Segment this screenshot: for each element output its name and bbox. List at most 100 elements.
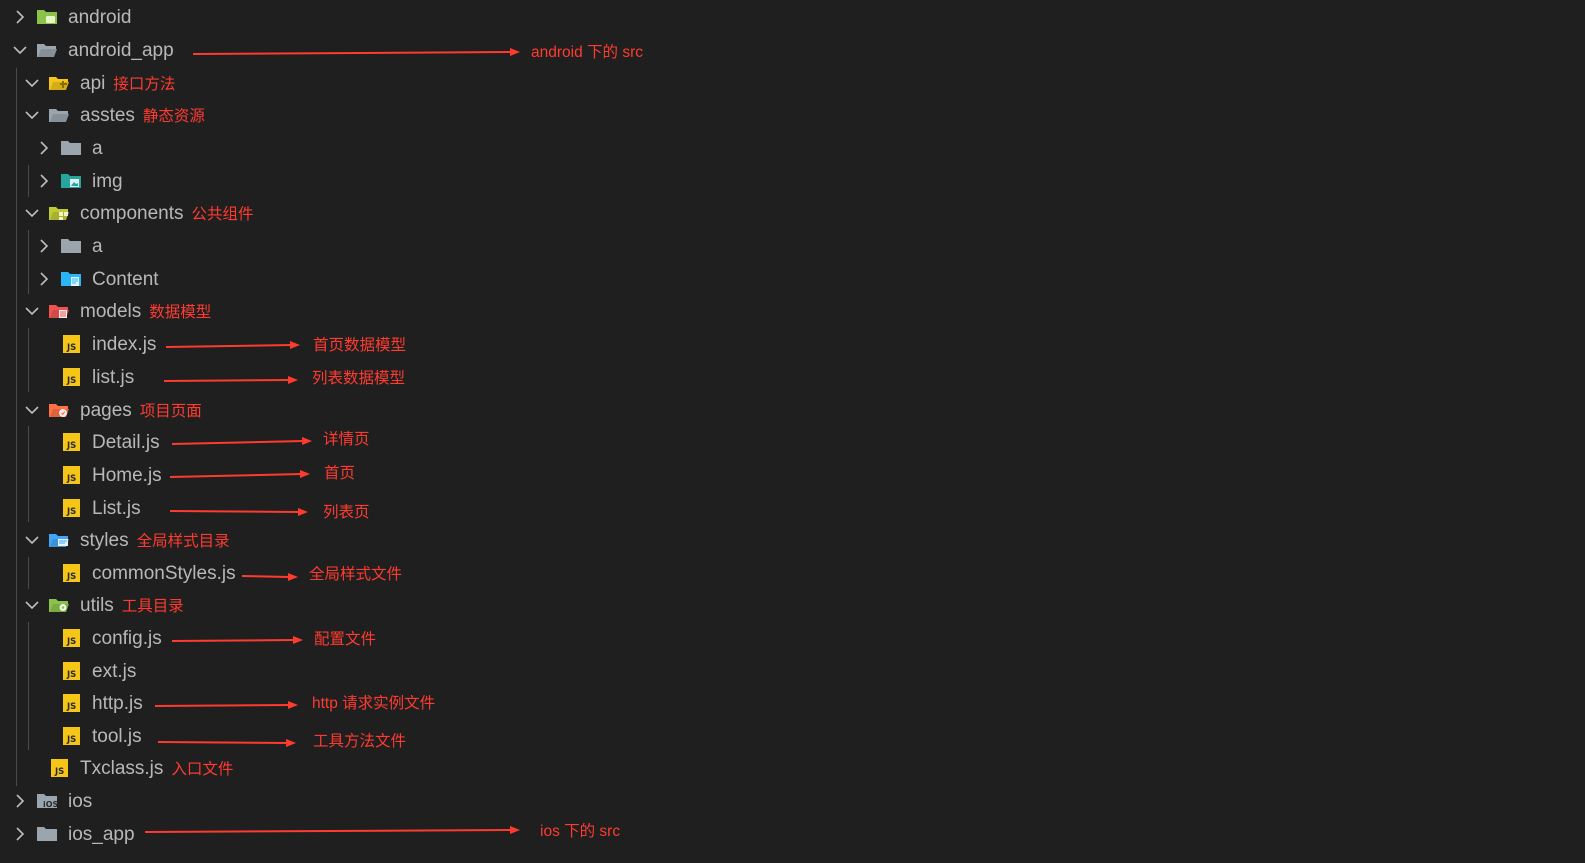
chevron-right-icon[interactable] — [36, 238, 52, 254]
tree-item-label: ext.js — [92, 660, 136, 684]
tree-file-home-js[interactable]: JS Home.js — [0, 461, 1585, 493]
annotation-label: http 请求实例文件 — [312, 695, 436, 712]
android-folder-icon — [36, 7, 58, 27]
tree-folder-pages[interactable]: pages 项目页面 — [0, 396, 1585, 428]
chevron-down-icon[interactable] — [24, 205, 40, 221]
tree-item-name: index.js — [92, 334, 157, 355]
tree-folder-styles[interactable]: styles 全局样式目录 — [0, 526, 1585, 558]
tree-folder-models[interactable]: models 数据模型 — [0, 297, 1585, 329]
tree-item-name: components — [80, 203, 184, 224]
tree-item-label: a — [92, 137, 103, 161]
chevron-right-icon[interactable] — [12, 826, 28, 842]
js-file-icon: JS — [60, 334, 82, 354]
tree-folder-android[interactable]: android — [0, 3, 1585, 35]
tree-item-name: api — [80, 73, 106, 94]
tree-item-label: List.js — [92, 497, 141, 521]
chevron-down-icon[interactable] — [12, 42, 28, 58]
svg-text:JS: JS — [54, 767, 64, 777]
tree-item-note: 项目页面 — [139, 403, 202, 420]
tree-file-http-js[interactable]: JS http.js — [0, 689, 1585, 721]
tree-item-name: commonStyles.js — [92, 563, 236, 584]
tree-item-note: 接口方法 — [113, 76, 176, 93]
chevron-down-icon[interactable] — [24, 532, 40, 548]
tree-folder-a[interactable]: a — [0, 232, 1585, 264]
tree-item-name: tool.js — [92, 726, 142, 747]
tree-item-note: 全局样式目录 — [136, 533, 230, 550]
annotation-label: 工具方法文件 — [313, 733, 407, 750]
tree-item-label: commonStyles.js — [92, 562, 236, 586]
chevron-down-icon[interactable] — [24, 75, 40, 91]
js-file-icon: JS — [60, 367, 82, 387]
chevron-down-icon[interactable] — [24, 597, 40, 613]
annotation-label: 列表页 — [323, 504, 370, 521]
tree-file-commonstyles-js[interactable]: JS commonStyles.js — [0, 559, 1585, 591]
tree-file-detail-js[interactable]: JS Detail.js — [0, 428, 1585, 460]
js-file-icon: JS — [60, 693, 82, 713]
tree-item-name: pages — [80, 400, 132, 421]
tree-item-name: Content — [92, 269, 159, 290]
tree-file-tool-js[interactable]: JS tool.js — [0, 722, 1585, 754]
js-file-icon: JS — [60, 498, 82, 518]
tree-file-list-js[interactable]: JS list.js — [0, 363, 1585, 395]
tree-file-index-js[interactable]: JS index.js — [0, 330, 1585, 362]
tree-item-note: 数据模型 — [149, 304, 212, 321]
tree-item-name: a — [92, 138, 103, 159]
svg-text:JS: JS — [66, 343, 76, 353]
tree-item-name: models — [80, 301, 142, 322]
tree-item-name: config.js — [92, 628, 162, 649]
tree-item-name: List.js — [92, 498, 141, 519]
svg-text:JS: JS — [66, 441, 76, 451]
tree-item-name: android — [68, 7, 132, 28]
components-folder-icon — [48, 203, 70, 223]
tree-item-label: index.js — [92, 333, 156, 357]
annotation-label: android 下的 src — [531, 44, 643, 61]
tree-folder-ios-app[interactable]: ios_app — [0, 820, 1585, 852]
tree-folder-android-app[interactable]: android_app — [0, 36, 1585, 68]
tree-file-txclass-js[interactable]: JS Txclass.js 入口文件 — [0, 754, 1585, 786]
tree-file-list-js[interactable]: JS List.js — [0, 494, 1585, 526]
tree-item-label: ios — [68, 790, 92, 814]
tree-item-label: a — [92, 235, 103, 259]
tree-item-name: Home.js — [92, 465, 162, 486]
chevron-down-icon[interactable] — [24, 402, 40, 418]
tree-file-ext-js[interactable]: JS ext.js — [0, 657, 1585, 689]
tree-item-name: ext.js — [92, 661, 137, 682]
tree-folder-utils[interactable]: utils 工具目录 — [0, 591, 1585, 623]
js-file-icon: JS — [60, 726, 82, 746]
tree-folder-ios[interactable]: iOS ios — [0, 787, 1585, 819]
tree-folder-components[interactable]: components 公共组件 — [0, 199, 1585, 231]
tree-folder-api[interactable]: api 接口方法 — [0, 69, 1585, 101]
chevron-right-icon[interactable] — [12, 9, 28, 25]
chevron-down-icon[interactable] — [24, 303, 40, 319]
tree-file-config-js[interactable]: JS config.js — [0, 624, 1585, 656]
tree-folder-content[interactable]: Content — [0, 265, 1585, 297]
tree-item-label: ios_app — [68, 823, 135, 847]
chevron-right-icon[interactable] — [36, 173, 52, 189]
chevron-right-icon[interactable] — [12, 793, 28, 809]
tree-item-note: 入口文件 — [171, 761, 234, 778]
svg-text:JS: JS — [66, 702, 76, 712]
tree-item-note: 工具目录 — [121, 598, 184, 615]
file-tree: android android_appapi 接口方法 asstes 静态资源 a img c… — [0, 0, 1585, 863]
tree-item-name: http.js — [92, 693, 143, 714]
svg-text:JS: JS — [66, 572, 76, 582]
svg-text:JS: JS — [66, 376, 76, 386]
folder-open-icon — [36, 40, 58, 60]
tree-folder-a[interactable]: a — [0, 134, 1585, 166]
tree-item-name: Txclass.js — [80, 758, 164, 779]
tree-item-name: a — [92, 236, 103, 257]
tree-item-label: android_app — [68, 39, 174, 63]
svg-text:JS: JS — [66, 474, 76, 484]
tree-item-name: img — [92, 171, 123, 192]
chevron-right-icon[interactable] — [36, 271, 52, 287]
tree-item-label: tool.js — [92, 725, 142, 749]
tree-folder-img[interactable]: img — [0, 167, 1585, 199]
tree-item-label: Content — [92, 268, 159, 292]
tree-folder-asstes[interactable]: asstes 静态资源 — [0, 101, 1585, 133]
annotation-label: 首页 — [324, 465, 356, 482]
utils-folder-icon — [48, 595, 70, 615]
chevron-right-icon[interactable] — [36, 140, 52, 156]
svg-text:JS: JS — [66, 735, 76, 745]
chevron-down-icon[interactable] — [24, 107, 40, 123]
folder-icon — [60, 138, 82, 158]
